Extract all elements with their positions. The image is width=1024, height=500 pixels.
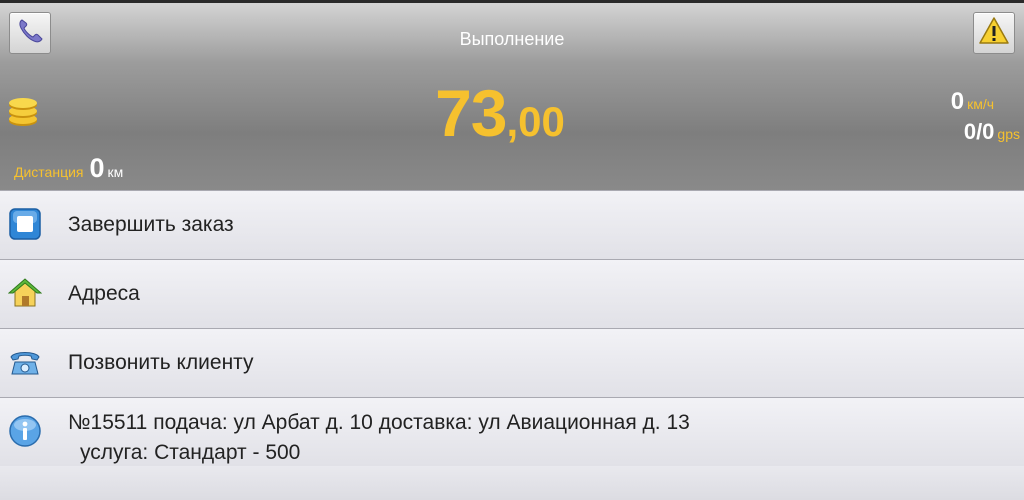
distance-readout: Дистанция 0 км	[14, 153, 123, 184]
gps-readout: 0/0 gps	[964, 119, 1020, 145]
distance-value: 0	[89, 153, 105, 183]
bottom-strip	[0, 466, 1024, 500]
distance-label: Дистанция	[14, 164, 84, 180]
order-details-item[interactable]: №15511 подача: ул Арбат д. 10 доставка: …	[0, 397, 1024, 466]
warning-icon	[978, 16, 1010, 51]
call-client-item[interactable]: Позвонить клиенту	[0, 328, 1024, 397]
addresses-item[interactable]: Адреса	[0, 259, 1024, 328]
call-client-label: Позвонить клиенту	[68, 351, 254, 374]
screen-title: Выполнение	[459, 29, 565, 49]
gps-value: 0/0	[963, 119, 995, 144]
fare-amount: 73,00	[0, 75, 1000, 151]
telephone-icon	[7, 344, 43, 380]
order-details-line2: услуга: Стандарт - 500	[80, 441, 301, 464]
action-list: Завершить заказ Адреса Позвонить клиенту	[0, 190, 1024, 466]
order-details-text: №15511 подача: ул Арбат д. 10 доставка: …	[68, 408, 690, 468]
top-bar: Выполнение 73,00 0 км/ч 0/0 gps Дистанция 0…	[0, 0, 1024, 190]
house-icon	[7, 275, 43, 311]
addresses-label: Адреса	[68, 282, 140, 305]
gps-unit: gps	[997, 126, 1020, 142]
info-icon	[7, 413, 43, 449]
fare-integer: 73	[435, 76, 507, 150]
finish-order-label: Завершить заказ	[68, 213, 234, 236]
speed-readout: 0 км/ч	[951, 85, 994, 121]
fare-decimal: ,00	[506, 98, 565, 145]
speed-value: 0	[950, 88, 965, 115]
order-details-line1: №15511 подача: ул Арбат д. 10 доставка: …	[68, 411, 690, 434]
alert-button[interactable]	[973, 12, 1015, 54]
finish-order-item[interactable]: Завершить заказ	[0, 190, 1024, 259]
distance-unit: км	[107, 164, 124, 180]
speed-unit: км/ч	[967, 96, 994, 112]
stop-icon	[7, 206, 43, 242]
